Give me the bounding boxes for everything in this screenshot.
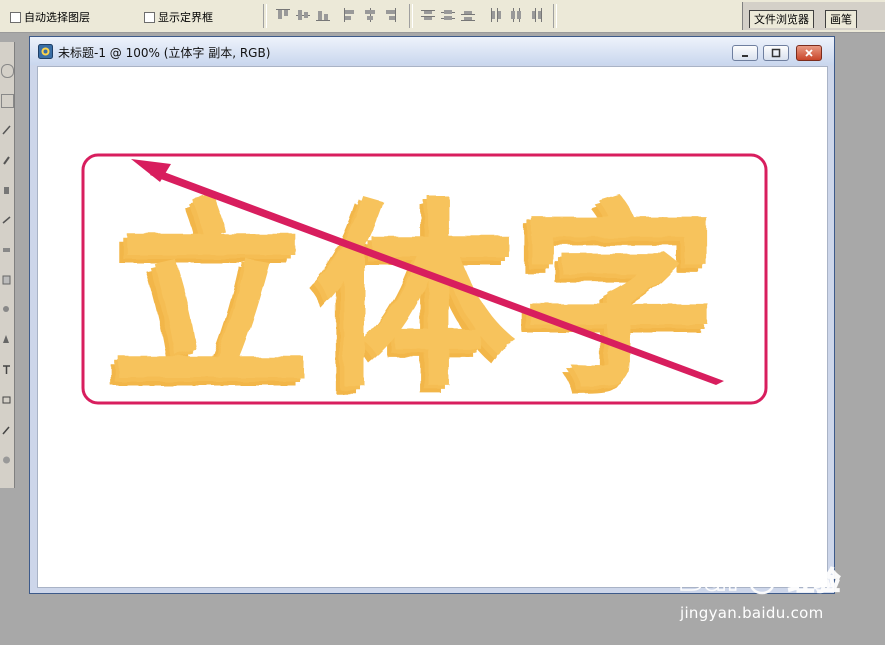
distribute-left-icon[interactable]	[488, 7, 504, 23]
shape-tool-icon[interactable]	[1, 394, 12, 406]
maximize-icon	[771, 48, 781, 58]
type-tool-icon[interactable]	[1, 364, 12, 376]
auto-select-layer-checkbox[interactable]: 自动选择图层	[10, 9, 90, 25]
palette-well: 文件浏览器 画笔	[742, 2, 885, 30]
crop-tool-icon[interactable]	[1, 94, 14, 108]
brushes-tab[interactable]: 画笔	[825, 10, 857, 28]
auto-select-layer-label: 自动选择图层	[24, 11, 90, 24]
distribute-top-icon[interactable]	[420, 7, 436, 23]
align-vertical-center-icon[interactable]	[295, 7, 311, 23]
brush-tool-icon[interactable]	[1, 154, 12, 166]
distribute-right-icon[interactable]	[528, 7, 544, 23]
healing-brush-tool-icon[interactable]	[1, 124, 12, 136]
show-bounding-box-label: 显示定界框	[158, 11, 213, 24]
document-title-bar[interactable]: 未标题-1 @ 100% (立体字 副本, RGB)	[30, 37, 834, 65]
3d-text: 立体字	[111, 182, 723, 415]
separator	[553, 4, 557, 28]
separator	[263, 4, 267, 28]
canvas-artwork: 立体字 立体字 立体字	[81, 153, 768, 423]
checkbox-box[interactable]	[144, 11, 155, 23]
document-title: 未标题-1 @ 100% (立体字 副本, RGB)	[58, 46, 271, 60]
toolbox	[0, 42, 15, 488]
dodge-tool-icon[interactable]	[1, 304, 12, 316]
maximize-button[interactable]	[763, 45, 789, 61]
align-bottom-icon[interactable]	[315, 7, 331, 23]
hand-tool-icon[interactable]	[1, 454, 12, 466]
baidu-logo-icon: Bai 经验	[677, 554, 841, 600]
align-right-icon[interactable]	[382, 7, 398, 23]
show-bounding-box-checkbox[interactable]: 显示定界框	[144, 9, 213, 25]
distribute-bottom-icon[interactable]	[460, 7, 476, 23]
checkbox-box[interactable]	[10, 11, 21, 23]
watermark-brand-text: Bai	[678, 559, 739, 599]
pen-tool-icon[interactable]	[1, 334, 12, 346]
separator	[409, 4, 413, 28]
history-brush-tool-icon[interactable]	[1, 214, 12, 226]
close-icon	[805, 49, 813, 57]
watermark-url: jingyan.baidu.com	[680, 604, 824, 622]
align-horizontal-center-icon[interactable]	[362, 7, 378, 23]
minimize-icon	[742, 55, 748, 57]
minimize-button[interactable]	[732, 45, 758, 61]
file-browser-tab[interactable]: 文件浏览器	[749, 10, 814, 28]
align-left-icon[interactable]	[342, 7, 358, 23]
distribute-vertical-center-icon[interactable]	[440, 7, 456, 23]
distribute-horizontal-center-icon[interactable]	[508, 7, 524, 23]
eyedropper-tool-icon[interactable]	[1, 424, 12, 436]
options-bar: 自动选择图层 显示定界框 文件浏览器 画笔	[0, 0, 885, 33]
close-button[interactable]	[796, 45, 822, 61]
photoshop-document-icon	[38, 44, 53, 59]
eraser-tool-icon[interactable]	[1, 244, 12, 256]
gradient-tool-icon[interactable]	[1, 274, 12, 286]
image-canvas[interactable]: 立体字 立体字 立体字	[37, 66, 828, 588]
document-window: 未标题-1 @ 100% (立体字 副本, RGB) 立体字 立体字 立体字	[29, 36, 835, 594]
align-top-icon[interactable]	[275, 7, 291, 23]
lasso-tool-icon[interactable]	[1, 64, 14, 78]
clone-stamp-tool-icon[interactable]	[1, 184, 12, 196]
svg-text:经验: 经验	[788, 566, 840, 597]
